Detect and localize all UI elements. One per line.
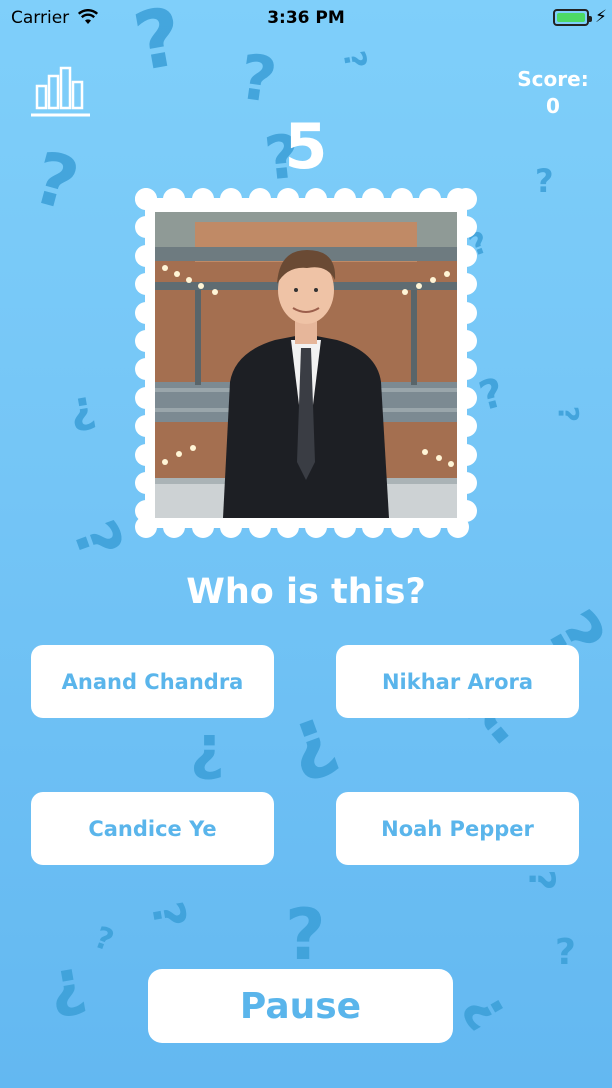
status-bar: Carrier 3:36 PM ⚡ [0, 0, 612, 38]
person-photo [155, 212, 457, 518]
frame-scallop [455, 216, 477, 239]
question-mark-decoration: ? [451, 982, 519, 1040]
question-mark-decoration: ? [552, 405, 586, 423]
battery-icon [553, 9, 592, 26]
score-label: Score: [517, 67, 589, 91]
frame-scallop [455, 358, 477, 381]
frame-scallop [390, 188, 413, 210]
battery-level [557, 13, 585, 22]
frame-scallop [455, 500, 477, 523]
question-mark-decoration: ? [275, 696, 350, 798]
frame-scallop [455, 301, 477, 324]
frame-scallop [362, 516, 385, 538]
frame-scallop [191, 516, 214, 538]
question-mark-decoration: ? [474, 369, 509, 421]
pause-button[interactable]: Pause [148, 969, 453, 1043]
countdown-timer: 5 [284, 110, 328, 183]
frame-scallop [333, 516, 356, 538]
frame-scallop [455, 188, 477, 210]
frame-scallop [455, 244, 477, 267]
answer-button[interactable]: Nikhar Arora [336, 645, 579, 718]
frame-scallop [135, 386, 157, 409]
frame-scallop [277, 516, 299, 538]
frame-scallop [220, 516, 243, 538]
frame-scallop [191, 188, 214, 210]
frame-scallop [333, 188, 356, 210]
question-mark-decoration: ? [285, 894, 326, 976]
question-mark-decoration: ? [65, 385, 100, 440]
question-mark-decoration: ? [235, 39, 281, 118]
person-photo-illustration [155, 212, 457, 518]
battery-nub [589, 16, 592, 22]
question-mark-decoration: ? [520, 869, 562, 891]
frame-scallop [135, 301, 157, 324]
frame-scallop [455, 472, 477, 494]
answer-button[interactable]: Noah Pepper [336, 792, 579, 865]
frame-scallop [135, 443, 157, 466]
question-mark-decoration: ? [140, 897, 196, 932]
frame-scallop [135, 244, 157, 267]
frame-scallop [455, 415, 477, 438]
frame-scallop [135, 330, 157, 352]
frame-scallop [163, 516, 186, 538]
status-time: 3:36 PM [267, 8, 345, 28]
question-mark-decoration: ? [335, 48, 373, 72]
question-mark-decoration: ? [58, 511, 137, 569]
photo-frame [135, 188, 477, 538]
frame-scallop [248, 516, 271, 538]
frame-scallop [455, 330, 477, 352]
frame-scallop [305, 516, 328, 538]
charging-bolt-icon: ⚡ [595, 7, 607, 27]
frame-scallop [419, 188, 441, 210]
answer-button[interactable]: Candice Ye [31, 792, 274, 865]
answer-button[interactable]: Anand Chandra [31, 645, 274, 718]
frame-scallop [455, 273, 477, 296]
frame-scallop [419, 516, 441, 538]
question-mark-decoration: ? [44, 952, 93, 1031]
question-mark-decoration: ? [190, 720, 225, 790]
question-mark-decoration: ? [555, 932, 576, 973]
frame-scallop [248, 188, 271, 210]
question-mark-decoration: ? [89, 920, 119, 959]
question-prompt: Who is this? [186, 572, 426, 612]
frame-scallop [455, 386, 477, 409]
frame-scallop [390, 516, 413, 538]
frame-scallop [455, 443, 477, 466]
frame-scallop [277, 188, 299, 210]
frame-scallop [135, 472, 157, 494]
frame-scallop [135, 188, 157, 210]
